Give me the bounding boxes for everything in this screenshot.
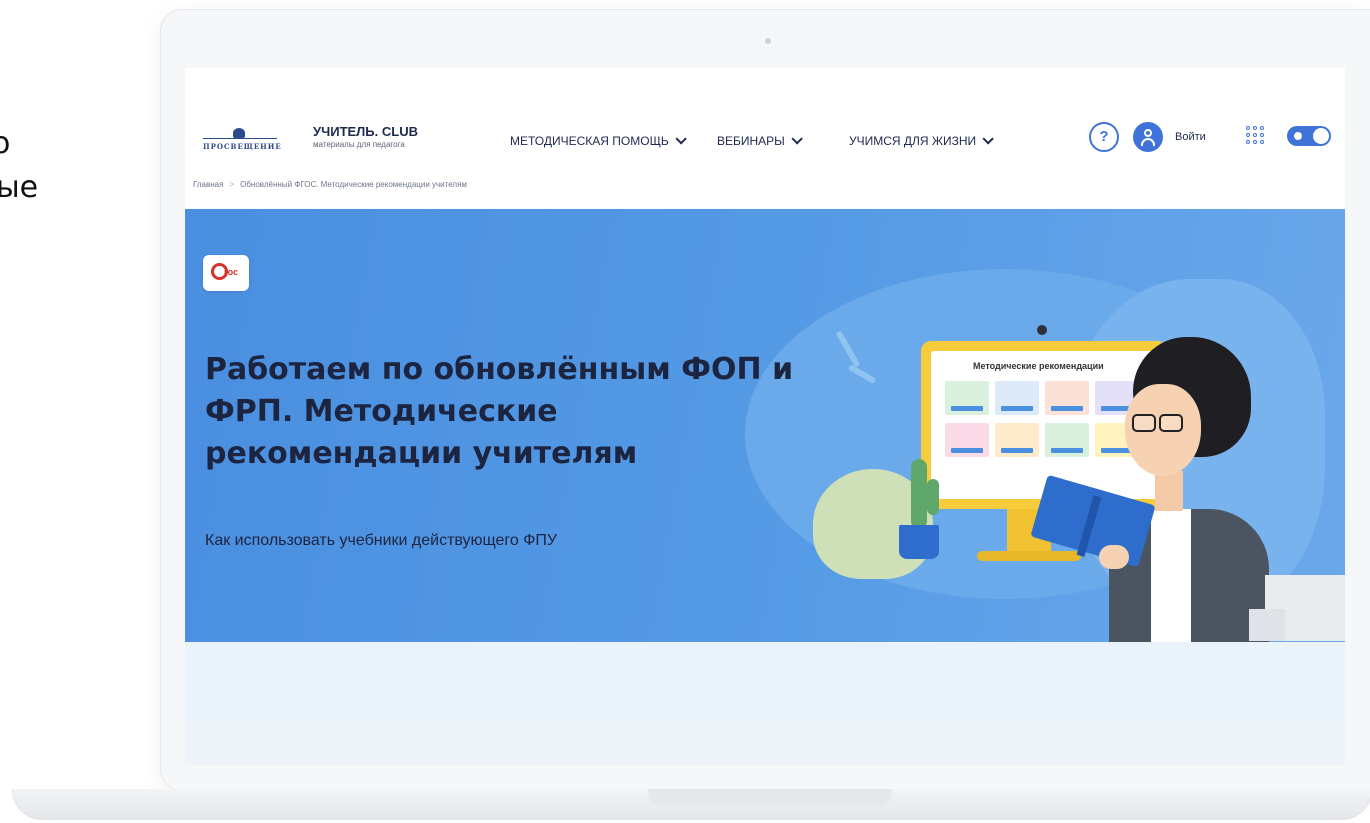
chevron-down-icon — [982, 133, 994, 145]
webcam-icon — [1037, 325, 1047, 335]
sun-icon — [1294, 132, 1302, 140]
browser-screen: ПРОСВЕЩЕНИЕ УЧИТЕЛЬ. CLUB материалы для … — [185, 68, 1345, 765]
nav-uchimsya-dlya-zhizni[interactable]: УЧИМСЯ ДЛЯ ЖИЗНИ — [849, 133, 994, 148]
chevron-down-icon — [791, 133, 803, 145]
nav-label: УЧИМСЯ ДЛЯ ЖИЗНИ — [849, 134, 977, 148]
theme-toggle-icon[interactable] — [1287, 126, 1331, 146]
brand-subtitle: материалы для педагога — [313, 140, 405, 149]
cactus-illustration — [911, 459, 927, 529]
nav-label: МЕТОДИЧЕСКАЯ ПОМОЩЬ — [510, 134, 669, 148]
pot-illustration — [899, 525, 939, 559]
hero-title: Работаем по обновлённым ФОП и ФРП. Метод… — [205, 352, 794, 471]
slide-text-line-2: ые — [0, 170, 39, 205]
fgos-logo-icon: гос — [203, 255, 249, 291]
logo-word: ПРОСВЕЩЕНИЕ — [203, 142, 282, 151]
brand-title[interactable]: УЧИТЕЛЬ. CLUB — [313, 124, 418, 139]
nav-metodicheskaya-pomosch[interactable]: МЕТОДИЧЕСКАЯ ПОМОЩЬ — [510, 133, 687, 148]
chevron-down-icon — [675, 133, 687, 145]
breadcrumb-current: Обновлённый ФГОС. Методические рекоменда… — [240, 180, 467, 189]
site-header: ПРОСВЕЩЕНИЕ УЧИТЕЛЬ. CLUB материалы для … — [185, 108, 1345, 172]
nav-label: ВЕБИНАРЫ — [717, 134, 785, 148]
monitor-cards — [945, 381, 1141, 457]
glasses-icon — [1132, 414, 1156, 432]
breadcrumb-home[interactable]: Главная — [193, 180, 223, 189]
login-link[interactable]: Войти — [1175, 131, 1206, 143]
apps-grid-icon[interactable] — [1246, 126, 1264, 144]
slide-text-fragment: о ые — [0, 122, 38, 210]
nav-vebinary[interactable]: ВЕБИНАРЫ — [717, 133, 803, 148]
emblem-icon — [233, 128, 245, 138]
laptop-notch — [648, 789, 892, 807]
screen-bottom-band — [185, 721, 1345, 765]
user-icon[interactable] — [1133, 122, 1163, 152]
monitor-title: Методические рекомендации — [973, 361, 1104, 371]
hero-subtitle: Как использовать учебники действующего Ф… — [205, 532, 558, 549]
laptop-camera — [765, 38, 771, 44]
breadcrumb-separator: > — [229, 180, 235, 189]
help-icon[interactable]: ? — [1089, 122, 1119, 152]
prosveshchenie-logo[interactable]: ПРОСВЕЩЕНИЕ — [203, 126, 282, 151]
breadcrumb: Главная > Обновлённый ФГОС. Методические р… — [193, 180, 467, 189]
fgos-badge-text: гос — [224, 267, 239, 277]
hero-banner: гос Работаем по обновлённым ФОП и ФРП. М… — [185, 209, 1345, 642]
hero-footer-band — [185, 642, 1345, 721]
slide-text-line-1: о — [0, 126, 11, 161]
